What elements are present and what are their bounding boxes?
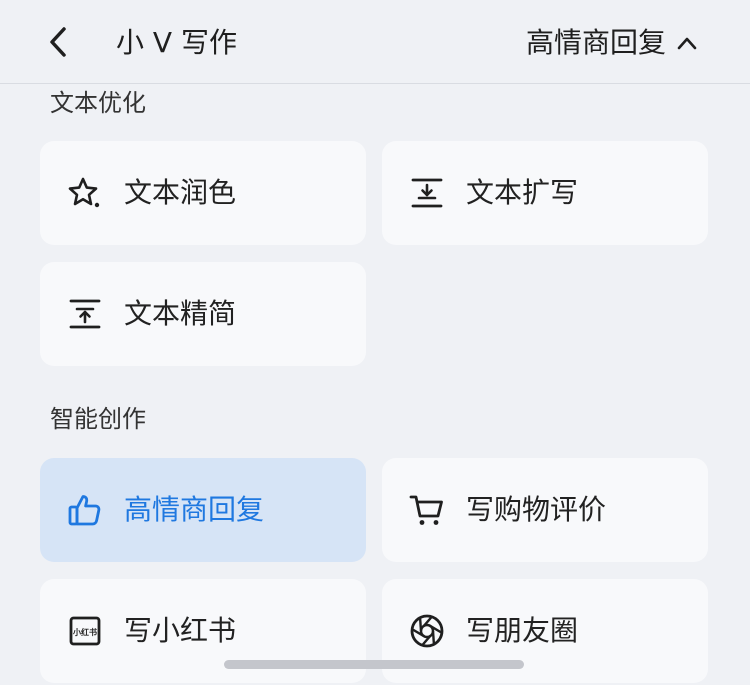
shopping-cart-icon [408,491,446,529]
back-button[interactable] [38,22,78,62]
home-indicator[interactable] [224,660,524,669]
xiaohongshu-icon: 小红书 [66,612,104,650]
camera-aperture-icon [408,612,446,650]
page-title: 小 V 写作 [116,26,237,59]
card-label: 文本精简 [124,297,237,330]
card-text-polish[interactable]: 文本润色 [40,141,366,245]
card-label: 高情商回复 [124,493,265,526]
card-eq-reply[interactable]: 高情商回复 [40,458,366,562]
top-bar: 小 V 写作 高情商回复 [0,0,750,84]
thumbs-up-icon [66,491,104,529]
star-sparkle-icon [66,174,104,212]
card-label: 写购物评价 [466,493,607,526]
card-text-condense[interactable]: 文本精简 [40,262,366,366]
back-arrow-icon [50,27,66,57]
chevron-up-icon [676,32,698,54]
card-label: 写朋友圈 [466,614,579,647]
card-label: 文本扩写 [466,176,579,209]
mode-dropdown[interactable]: 高情商回复 [526,22,698,64]
text-condense-icon [66,295,104,333]
mode-dropdown-label: 高情商回复 [525,26,666,59]
card-label: 文本润色 [124,176,237,209]
section-title-text-optimize: 文本优化 [50,89,146,117]
xiaohongshu-icon-text: 小红书 [72,627,97,637]
card-text-expand[interactable]: 文本扩写 [382,141,708,245]
section-title-smart-create: 智能创作 [50,405,146,433]
card-shopping-review[interactable]: 写购物评价 [382,458,708,562]
text-expand-icon [408,174,446,212]
card-label: 写小红书 [124,614,237,647]
